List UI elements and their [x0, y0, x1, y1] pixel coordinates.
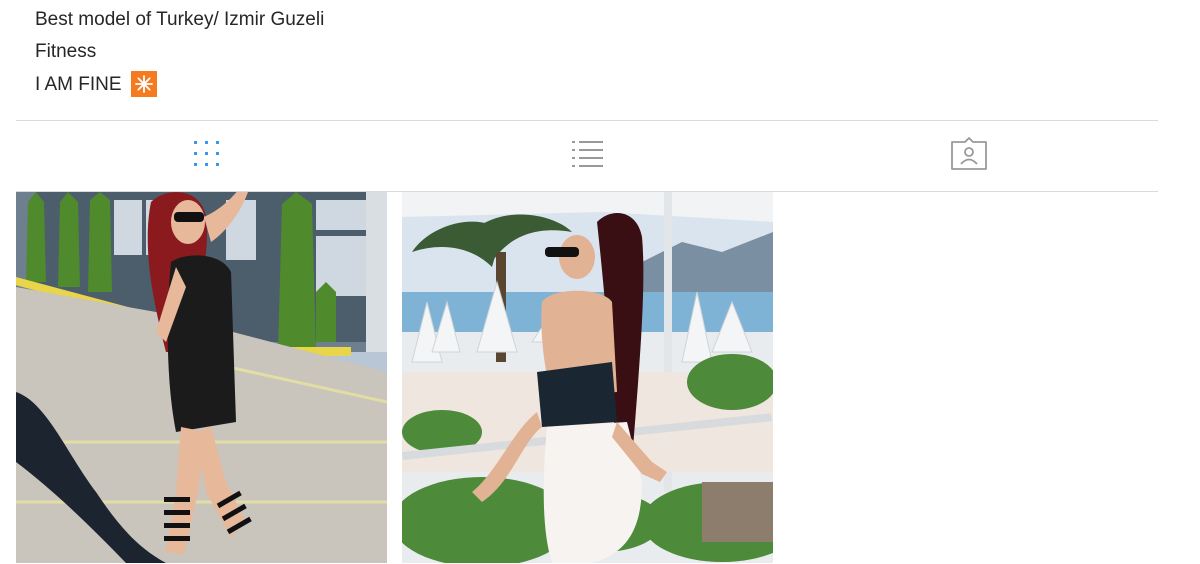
tab-list[interactable]	[397, 121, 778, 191]
bio-line-3: I AM FINE	[35, 71, 157, 98]
post-image-2	[402, 192, 773, 563]
profile-tabs	[16, 121, 1158, 191]
post-image-1	[16, 192, 387, 563]
bio-line-2: Fitness	[35, 41, 97, 62]
post-thumbnail-2[interactable]	[402, 192, 773, 563]
tab-tagged[interactable]	[778, 121, 1159, 191]
grid-icon	[192, 139, 222, 174]
tab-grid[interactable]	[16, 121, 397, 191]
post-thumbnail-1[interactable]	[16, 192, 387, 563]
list-icon	[571, 139, 605, 174]
bio-line-1: Best model of Turkey/ Izmir Guzeli	[35, 9, 325, 30]
eight-pointed-star-icon	[130, 71, 157, 97]
bio-line-3-text: I AM FINE	[35, 74, 122, 95]
tagged-person-icon	[950, 136, 988, 176]
